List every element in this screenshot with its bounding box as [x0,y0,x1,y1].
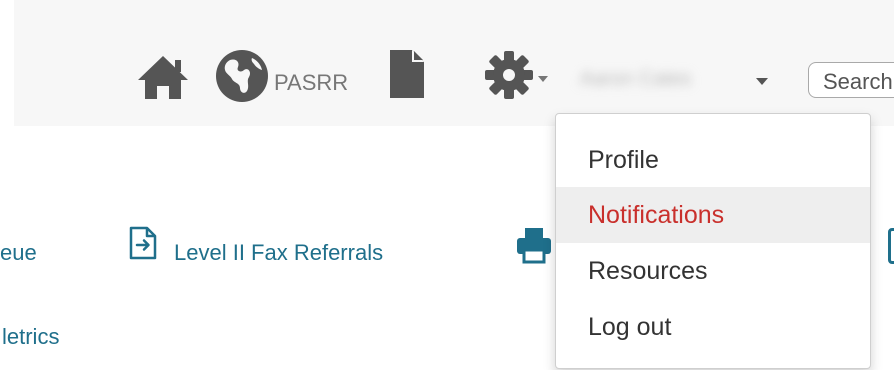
chevron-down-icon[interactable] [538,76,548,82]
queue-link[interactable]: eue [0,240,37,266]
menu-item-profile[interactable]: Profile [556,132,870,188]
fax-referrals-link[interactable]: Level II Fax Referrals [174,240,383,266]
user-dropdown-menu: Profile Notifications Resources Log out [555,113,871,369]
page: PASRR Aaron Cates Search eue Level II Fa… [0,0,894,370]
metrics-link[interactable]: letrics [2,324,59,350]
globe-icon[interactable] [214,48,270,104]
gear-icon[interactable] [484,50,534,100]
user-menu-caret-icon[interactable] [756,78,768,85]
home-icon[interactable] [136,54,190,100]
partial-icon[interactable] [888,228,894,264]
search-input[interactable]: Search [808,62,894,98]
top-navbar: PASRR Aaron Cates Search [14,0,894,126]
menu-item-log-out[interactable]: Log out [556,299,870,355]
menu-item-notifications[interactable]: Notifications [556,187,870,243]
menu-item-resources[interactable]: Resources [556,243,870,299]
user-name[interactable]: Aaron Cates [580,68,740,96]
print-icon[interactable] [516,226,552,264]
document-icon[interactable] [388,48,426,100]
pasrr-link-label[interactable]: PASRR [274,70,348,96]
file-import-icon[interactable] [128,226,158,260]
